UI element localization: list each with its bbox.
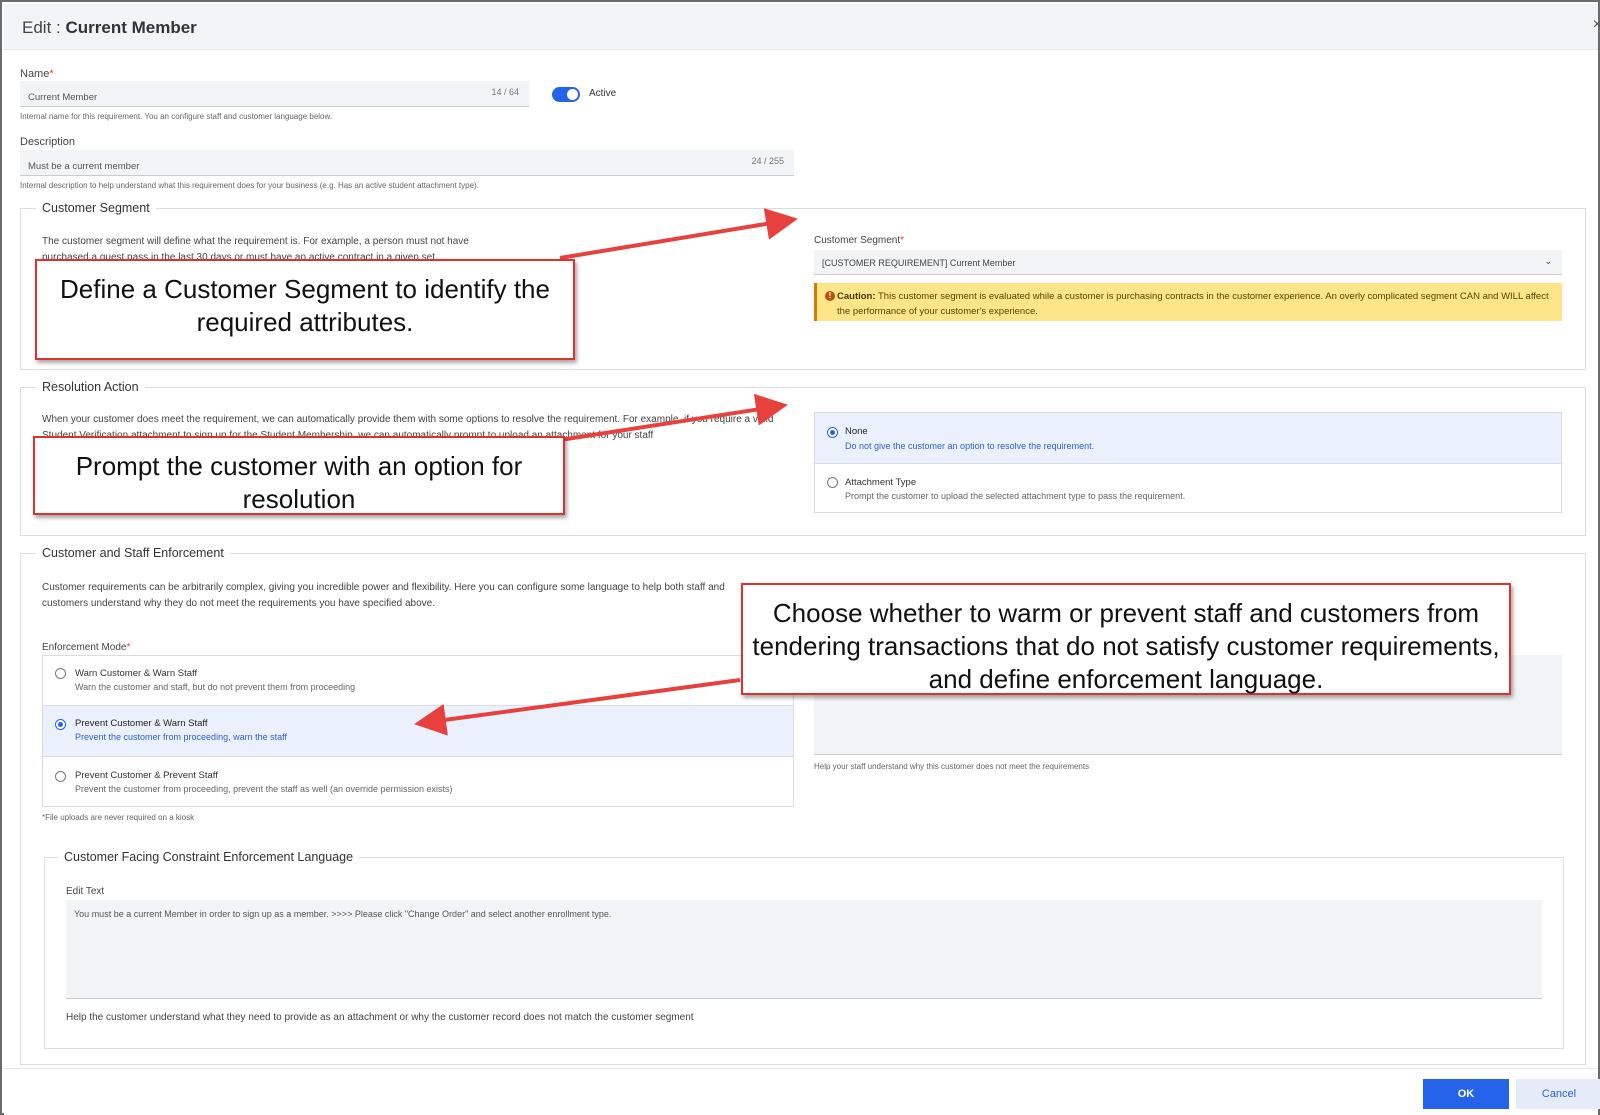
edit-text-label: Edit Text	[66, 886, 105, 897]
resolution-option-attachment-type[interactable]: Attachment Type Prompt the customer to u…	[815, 464, 1561, 514]
callout-segment: Define a Customer Segment to identify th…	[35, 259, 575, 360]
name-input-value: Current Member	[28, 92, 98, 103]
enforcement-mode-options: Warn Customer & Warn Staff Warn the cust…	[42, 655, 794, 807]
warning-icon: !	[825, 291, 835, 301]
active-toggle[interactable]	[552, 87, 580, 102]
customer-segment-legend: Customer Segment	[36, 201, 156, 215]
name-char-counter: 14 / 64	[491, 87, 519, 97]
enforcement-legend: Customer and Staff Enforcement	[36, 546, 230, 560]
dialog-title-name: Current Member	[65, 18, 197, 37]
resolution-action-legend: Resolution Action	[36, 380, 145, 394]
customer-segment-select-label-text: Customer Segment	[814, 235, 901, 246]
customer-segment-select-value: [CUSTOMER REQUIREMENT] Current Member	[822, 258, 1016, 268]
description-label: Description	[20, 136, 76, 148]
enforcement-option-warn-warn[interactable]: Warn Customer & Warn Staff Warn the cust…	[43, 656, 793, 706]
required-mark: *	[900, 235, 905, 246]
enforcement-option-prevent-warn[interactable]: Prevent Customer & Warn Staff Prevent th…	[43, 706, 793, 757]
option-description: Warn the customer and staff, but do not …	[75, 682, 356, 692]
edit-dialog: Edit : Current Member × Name* Current Me…	[0, 0, 1600, 1115]
cancel-button[interactable]: Cancel	[1516, 1079, 1600, 1109]
caution-text: This customer segment is evaluated while…	[837, 291, 1549, 317]
active-label: Active	[589, 88, 617, 99]
chevron-down-icon: ⌄	[1544, 256, 1552, 266]
close-icon[interactable]: ×	[1593, 16, 1600, 34]
ok-button[interactable]: OK	[1423, 1079, 1509, 1109]
option-description: Prompt the customer to upload the select…	[845, 491, 1186, 501]
name-hint: Internal name for this requirement. You …	[20, 112, 333, 121]
kiosk-footnote: *File uploads are never required on a ki…	[42, 813, 195, 822]
description-hint: Internal description to help understand …	[20, 181, 479, 190]
caution-banner: ! Caution: This customer segment is eval…	[814, 283, 1562, 321]
dialog-title-prefix: Edit :	[22, 18, 66, 37]
customer-language-textarea[interactable]: You must be a current Member in order to…	[66, 900, 1542, 999]
caution-label: Caution:	[837, 291, 876, 302]
radio-button[interactable]	[55, 668, 66, 679]
customer-segment-select[interactable]: [CUSTOMER REQUIREMENT] Current Member ⌄	[814, 250, 1562, 275]
dialog-title: Edit : Current Member	[22, 18, 197, 38]
enforcement-mode-label: Enforcement Mode*	[42, 642, 130, 653]
customer-language-text: You must be a current Member in order to…	[74, 909, 612, 919]
option-title: Prevent Customer & Prevent Staff	[75, 770, 218, 781]
option-title: Prevent Customer & Warn Staff	[75, 718, 208, 729]
description-input[interactable]: Must be a current member 24 / 255	[20, 150, 794, 176]
option-title: Warn Customer & Warn Staff	[75, 668, 198, 679]
radio-button[interactable]	[55, 771, 66, 782]
customer-language-hint: Help the customer understand what they n…	[66, 1012, 694, 1023]
option-title: Attachment Type	[845, 477, 917, 488]
staff-language-hint: Help your staff understand why this cust…	[814, 762, 1090, 771]
option-description: Prevent the customer from proceeding, wa…	[75, 732, 287, 742]
description-char-counter: 24 / 255	[751, 156, 784, 166]
description-input-value: Must be a current member	[28, 161, 140, 172]
enforcement-mode-label-text: Enforcement Mode	[42, 642, 127, 653]
dialog-footer: OK Cancel	[4, 1068, 1600, 1115]
toggle-knob	[567, 89, 578, 100]
name-label-text: Name	[20, 68, 50, 80]
option-title: None	[845, 426, 868, 437]
callout-resolution: Prompt the customer with an option for r…	[33, 436, 565, 515]
enforcement-option-prevent-prevent[interactable]: Prevent Customer & Prevent Staff Prevent…	[43, 757, 793, 808]
enforcement-description: Customer requirements can be arbitrarily…	[42, 582, 725, 609]
name-label: Name*	[20, 68, 54, 80]
dialog-header: Edit : Current Member ×	[4, 4, 1600, 50]
option-description: Do not give the customer an option to re…	[845, 441, 1095, 451]
resolution-options: None Do not give the customer an option …	[814, 412, 1562, 513]
radio-button[interactable]	[827, 427, 838, 438]
radio-button[interactable]	[55, 719, 66, 730]
required-mark: *	[49, 68, 54, 80]
customer-language-legend: Customer Facing Constraint Enforcement L…	[58, 850, 360, 864]
radio-button[interactable]	[827, 477, 838, 488]
resolution-option-none[interactable]: None Do not give the customer an option …	[815, 413, 1561, 464]
customer-segment-select-label: Customer Segment*	[814, 235, 904, 246]
name-input[interactable]: Current Member 14 / 64	[20, 81, 529, 107]
option-description: Prevent the customer from proceeding, pr…	[75, 784, 453, 794]
required-mark: *	[126, 642, 131, 653]
callout-enforcement: Choose whether to warm or prevent staff …	[741, 583, 1511, 695]
